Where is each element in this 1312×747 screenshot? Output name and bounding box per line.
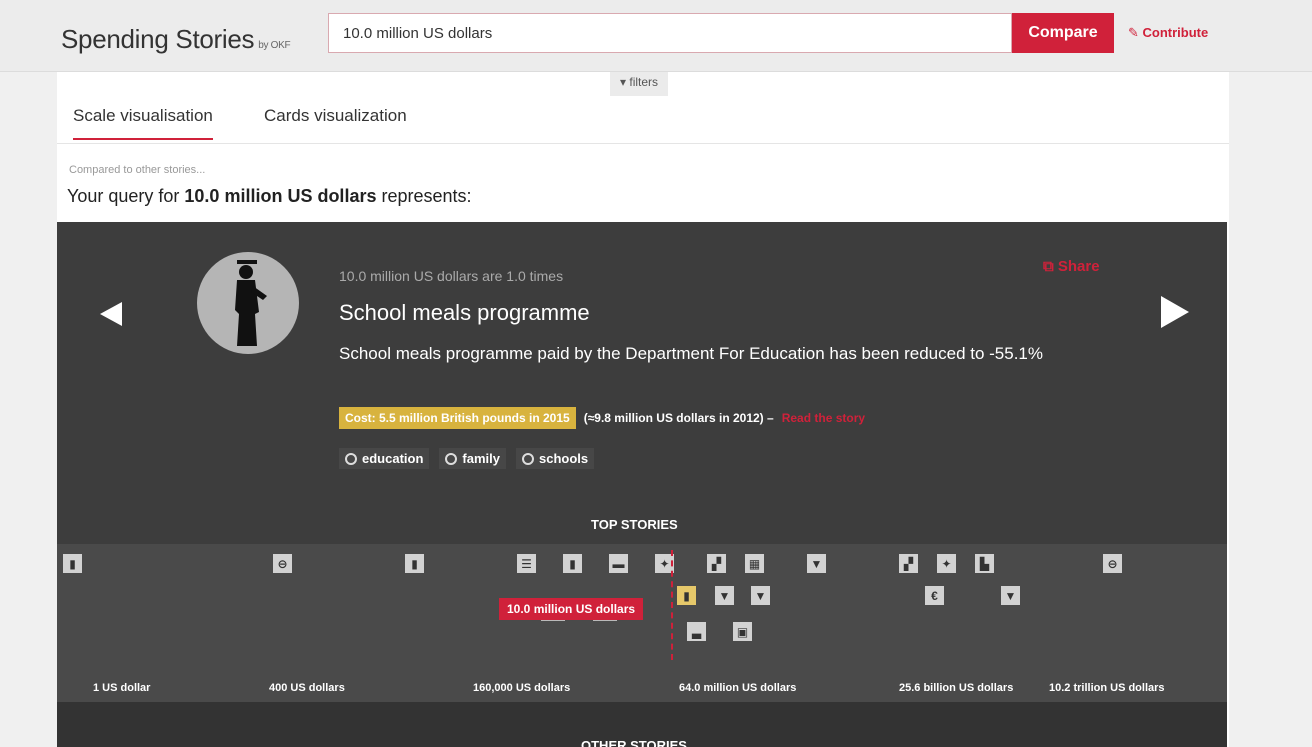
story-icon[interactable]: ▼ (751, 586, 770, 605)
compare-button[interactable]: Compare (1012, 13, 1114, 53)
story-icon[interactable]: ▮ (405, 554, 424, 573)
tag-icon (521, 452, 534, 465)
story-icon[interactable]: € (925, 586, 944, 605)
share-link[interactable]: ⧉ Share (1043, 258, 1100, 275)
story-icon[interactable]: ▮ (63, 554, 82, 573)
main-panel: Scale visualisation Cards visualization … (57, 72, 1229, 747)
tag-icon (445, 452, 458, 465)
axis-label: 160,000 US dollars (473, 682, 571, 694)
axis-label: 25.6 billion US dollars (899, 682, 1014, 694)
tag-education[interactable]: education (339, 448, 430, 469)
story-description: School meals programme paid by the Depar… (339, 344, 1044, 363)
query-summary: Your query for 10.0 million US dollars r… (67, 186, 472, 207)
brand-logo[interactable]: Spending Stories by OKF (61, 24, 291, 55)
story-title: School meals programme (339, 300, 590, 325)
story-icon[interactable]: ▼ (807, 554, 826, 573)
story-icon[interactable]: ▦ (745, 554, 764, 573)
share-icon: ⧉ (1043, 258, 1058, 275)
top-stories-heading: TOP STORIES (591, 517, 678, 532)
tag-icon (345, 452, 357, 465)
previous-story-arrow-icon[interactable] (100, 302, 122, 326)
story-carousel: ⧉ Share 10.0 million US dollars are 1.0 … (57, 222, 1227, 747)
filters-toggle[interactable]: ▾ filters (610, 72, 669, 96)
story-icon[interactable]: ▼ (1001, 586, 1020, 605)
story-times: 10.0 million US dollars are 1.0 times (339, 268, 564, 284)
share-label: Share (1057, 258, 1100, 275)
tag-family[interactable]: family (439, 448, 506, 469)
tag-schools[interactable]: schools (515, 448, 595, 469)
current-value-label: 10.0 million US dollars (499, 598, 644, 620)
edit-icon: ✎ (1128, 25, 1143, 40)
tab-scale-visualisation[interactable]: Scale visualisation (73, 106, 213, 140)
brand-suffix: by OKF (258, 40, 291, 51)
tag-label: family (462, 451, 500, 466)
story-tags: education family schools (339, 448, 595, 469)
story-icon-current[interactable]: ▮ (677, 586, 696, 605)
next-story-arrow-icon[interactable] (1161, 296, 1189, 328)
axis-label: 1 US dollar (93, 682, 151, 694)
scale-band: ▮ ⊖ ▮ ☰ ▮ ▬ ✦ ▞ ▦ ▼ ▞ ✦ ▙ ⊖ ▮ ▼ ▼ € ▼ ▃ … (57, 544, 1227, 702)
story-icon[interactable]: ▃ (687, 622, 706, 641)
other-stories-heading: OTHER STORIES (581, 738, 687, 747)
current-value-line (671, 550, 673, 660)
query-amount: 10.0 million US dollars (184, 186, 377, 206)
axis-label: 400 US dollars (269, 682, 345, 694)
contribute-link[interactable]: ✎ Contribute (1128, 25, 1208, 41)
story-icon[interactable]: ▙ (975, 554, 994, 573)
search-input[interactable] (328, 13, 1012, 53)
story-icon[interactable]: ▬ (609, 554, 628, 573)
axis-label: 64.0 million US dollars (679, 682, 797, 694)
compared-note: Compared to other stories... (69, 164, 206, 176)
brand-name: Spending Stories (61, 24, 255, 54)
story-avatar (197, 252, 299, 354)
tag-label: schools (538, 451, 589, 466)
story-icon[interactable]: ▮ (563, 554, 582, 573)
query-prefix: Your query for (67, 186, 185, 206)
story-icon[interactable]: ▣ (733, 622, 752, 641)
contribute-label: Contribute (1142, 25, 1209, 40)
story-icon[interactable]: ▼ (715, 586, 734, 605)
story-icon[interactable]: ☰ (517, 554, 536, 573)
tab-cards-visualization[interactable]: Cards visualization (264, 106, 407, 138)
read-story-link[interactable]: Read the story (782, 411, 865, 425)
cost-badge: Cost: 5.5 million British pounds in 2015 (339, 407, 576, 429)
cost-row: Cost: 5.5 million British pounds in 2015… (339, 406, 865, 430)
cost-usd: (≈9.8 million US dollars in 2012) – (583, 411, 774, 425)
axis-label: 10.2 trillion US dollars (1049, 682, 1165, 694)
story-icon[interactable]: ▞ (707, 554, 726, 573)
story-icon[interactable]: ⊖ (273, 554, 292, 573)
story-icon[interactable]: ✦ (937, 554, 956, 573)
tag-label: education (362, 451, 424, 466)
story-icon[interactable]: ⊖ (1103, 554, 1122, 573)
top-bar: Spending Storiesby OKF Compare ✎ Contrib… (0, 0, 1312, 72)
story-icon[interactable]: ▞ (899, 554, 918, 573)
graduate-figure-icon (235, 260, 267, 346)
query-suffix: represents: (376, 186, 472, 206)
other-stories-section: OTHER STORIES (57, 702, 1227, 747)
